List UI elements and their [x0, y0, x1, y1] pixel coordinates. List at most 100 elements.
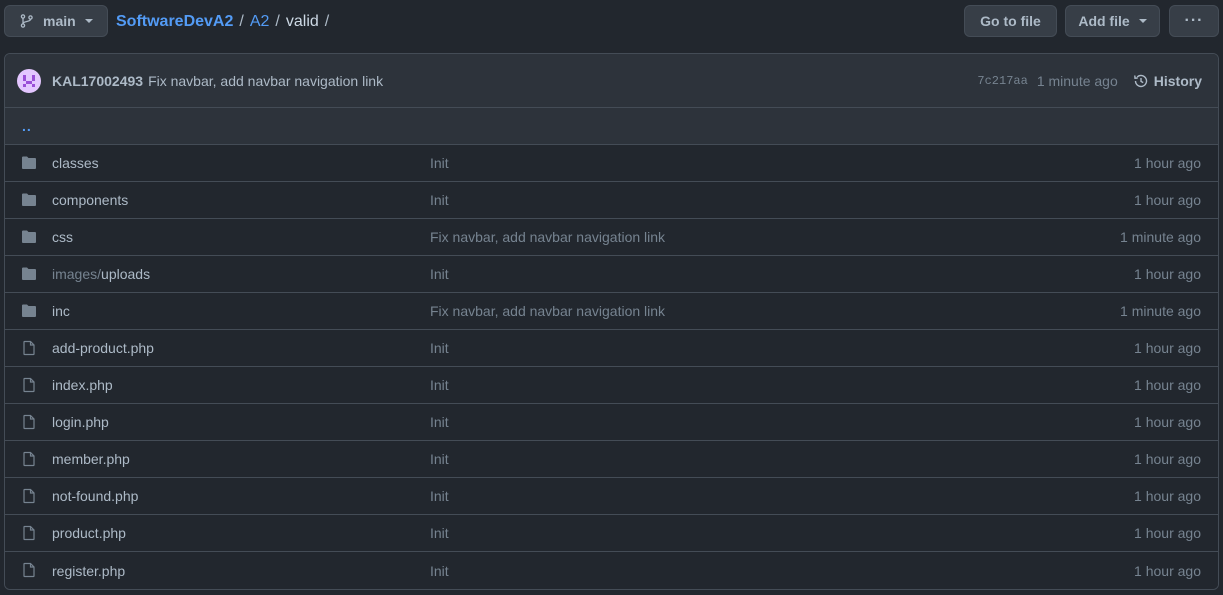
file-commit-time: 1 hour ago: [1134, 525, 1201, 541]
file-commit-message-link[interactable]: Init: [430, 414, 449, 430]
file-row[interactable]: index.php Init 1 hour ago: [5, 367, 1218, 404]
file-commit-time: 1 hour ago: [1134, 266, 1201, 282]
history-icon: [1133, 74, 1147, 88]
file-commit-time: 1 minute ago: [1120, 303, 1201, 319]
file-name-text: index.php: [52, 377, 113, 393]
file-name-link[interactable]: product.php: [52, 525, 126, 541]
file-commit-message-link[interactable]: Init: [430, 192, 449, 208]
file-commit-message-link[interactable]: Init: [430, 340, 449, 356]
file-commit-message-link[interactable]: Init: [430, 266, 449, 282]
folder-icon: [22, 156, 36, 169]
history-label: History: [1153, 73, 1202, 89]
file-row[interactable]: member.php Init 1 hour ago: [5, 441, 1218, 478]
file-commit-message-link[interactable]: Init: [430, 451, 449, 467]
file-name-text: css: [52, 229, 73, 245]
file-row[interactable]: classes Init 1 hour ago: [5, 145, 1218, 182]
file-list-box: KAL17002493 Fix navbar, add navbar navig…: [4, 53, 1219, 590]
commit-time: 1 minute ago: [1036, 73, 1118, 89]
breadcrumb-repo-link[interactable]: SoftwareDevA2: [116, 13, 233, 31]
file-commit-message-link[interactable]: Fix navbar, add navbar navigation link: [430, 229, 665, 245]
file-row[interactable]: images/uploads Init 1 hour ago: [5, 256, 1218, 293]
chevron-down-icon: [84, 19, 93, 23]
file-name-text: add-product.php: [52, 340, 154, 356]
identicon-icon: [23, 74, 35, 87]
breadcrumb-separator: /: [239, 13, 244, 30]
file-row[interactable]: register.php Init 1 hour ago: [5, 552, 1218, 589]
file-commit-time: 1 hour ago: [1134, 414, 1201, 430]
breadcrumb-separator: /: [275, 13, 280, 30]
parent-directory-row[interactable]: ..: [5, 108, 1218, 145]
file-name-link[interactable]: member.php: [52, 451, 130, 467]
commit-message-link[interactable]: Fix navbar, add navbar navigation link: [148, 73, 383, 89]
file-row[interactable]: inc Fix navbar, add navbar navigation lin…: [5, 293, 1218, 330]
file-name-text: components: [52, 192, 129, 208]
commit-author-link[interactable]: KAL17002493: [52, 73, 143, 89]
file-name-link[interactable]: inc: [52, 303, 70, 319]
file-icon: [23, 340, 35, 356]
git-branch-icon: [20, 14, 33, 28]
file-icon: [23, 377, 35, 393]
file-name-text: login.php: [52, 414, 109, 430]
file-list: classes Init 1 hour ago components Init 1 hou…: [5, 145, 1218, 589]
folder-icon: [22, 267, 36, 280]
file-name-link[interactable]: css: [52, 229, 73, 245]
file-name-text: register.php: [52, 562, 126, 579]
file-navigation-bar: main SoftwareDevA2 / A2 / valid / Go to …: [0, 0, 1223, 42]
folder-icon: [22, 230, 36, 243]
file-commit-message-link[interactable]: Init: [430, 377, 449, 393]
parent-directory-link[interactable]: ..: [22, 118, 32, 134]
file-name-link[interactable]: components: [52, 192, 128, 208]
file-commit-message-link[interactable]: Fix navbar, add navbar navigation link: [430, 303, 665, 319]
file-name-link[interactable]: not-found.php: [52, 488, 138, 504]
file-commit-message-link[interactable]: Init: [430, 563, 449, 579]
file-row[interactable]: login.php Init 1 hour ago: [5, 404, 1218, 441]
file-commit-message-link[interactable]: Init: [430, 155, 449, 171]
file-name-text: member.php: [52, 451, 130, 467]
file-name-link[interactable]: add-product.php: [52, 340, 154, 356]
file-commit-time: 1 hour ago: [1134, 451, 1201, 467]
breadcrumb-separator: /: [324, 13, 330, 30]
history-link[interactable]: History: [1133, 73, 1202, 89]
file-commit-message-link[interactable]: Init: [430, 488, 449, 504]
file-commit-time: 1 hour ago: [1134, 340, 1201, 356]
file-commit-time: 1 hour ago: [1134, 155, 1201, 171]
file-name-text: inc: [52, 303, 70, 319]
avatar[interactable]: [17, 68, 41, 93]
commit-meta: 7c217aa 1 minute ago History: [977, 54, 1202, 108]
file-commit-time: 1 minute ago: [1120, 229, 1201, 245]
branch-name: main: [43, 13, 76, 29]
add-file-button[interactable]: Add file: [1065, 5, 1160, 37]
file-name-text: classes: [52, 155, 99, 171]
file-commit-time: 1 hour ago: [1134, 562, 1201, 579]
folder-icon: [22, 193, 36, 206]
breadcrumb-current: valid: [285, 13, 319, 30]
more-options-button[interactable]: ···: [1169, 5, 1219, 37]
add-file-label: Add file: [1078, 13, 1130, 29]
file-commit-message-link[interactable]: Init: [430, 525, 449, 541]
file-name-link[interactable]: index.php: [52, 377, 113, 393]
file-commit-time: 1 hour ago: [1134, 192, 1201, 208]
file-commit-time: 1 hour ago: [1134, 488, 1201, 504]
file-row[interactable]: not-found.php Init 1 hour ago: [5, 478, 1218, 515]
file-name-text: product.php: [52, 525, 126, 541]
file-row[interactable]: add-product.php Init 1 hour ago: [5, 330, 1218, 367]
file-icon: [23, 414, 35, 430]
file-row[interactable]: css Fix navbar, add navbar navigation lin…: [5, 219, 1218, 256]
folder-icon: [22, 304, 36, 317]
branch-selector-button[interactable]: main: [4, 5, 108, 37]
file-icon: [23, 451, 35, 467]
file-name-link[interactable]: login.php: [52, 414, 109, 430]
file-name-link[interactable]: classes: [52, 155, 99, 171]
file-name-text: not-found.php: [52, 488, 139, 504]
file-commit-time: 1 hour ago: [1134, 377, 1201, 393]
breadcrumb-folder-link[interactable]: A2: [250, 13, 270, 31]
file-row[interactable]: components Init 1 hour ago: [5, 182, 1218, 219]
file-name-link[interactable]: images/uploads: [52, 266, 150, 282]
go-to-file-button[interactable]: Go to file: [964, 5, 1057, 37]
file-name-link[interactable]: register.php: [52, 563, 125, 579]
file-row[interactable]: product.php Init 1 hour ago: [5, 515, 1218, 552]
commit-sha-link[interactable]: 7c217aa: [977, 74, 1027, 88]
file-name-text: uploads: [101, 266, 151, 282]
file-icon: [23, 562, 35, 578]
file-name-prefix: images/: [52, 266, 102, 282]
